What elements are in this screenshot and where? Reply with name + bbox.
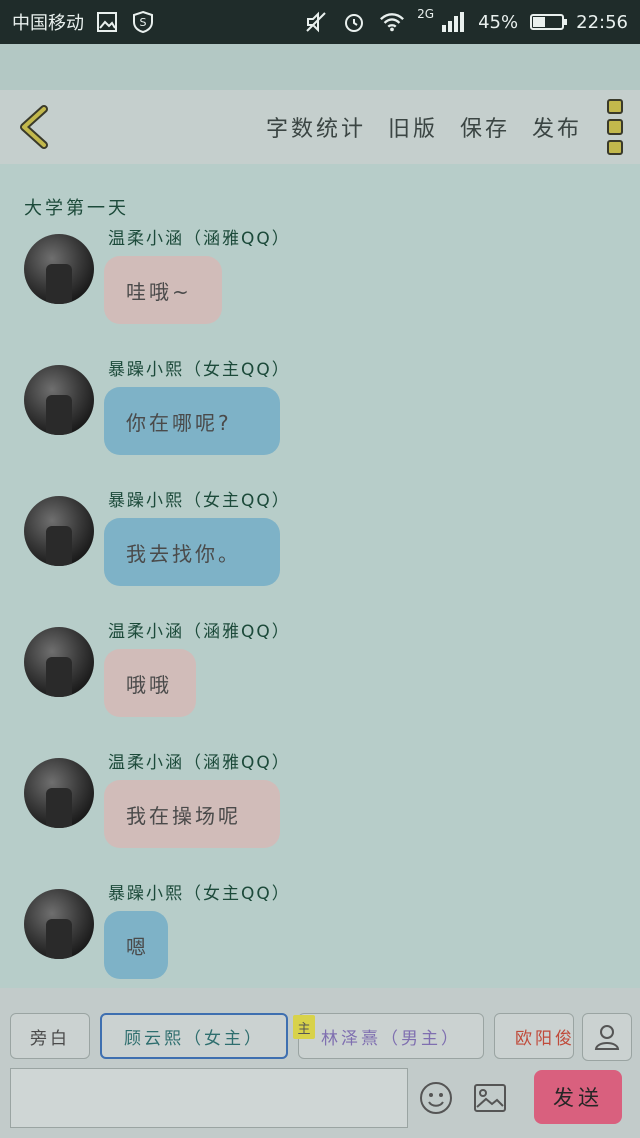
- publish-button[interactable]: 发布: [532, 111, 582, 143]
- message-item[interactable]: 温柔小涵（涵雅QQ） 哦哦: [0, 622, 640, 758]
- editor-toolbar: 字数统计 旧版 保存 发布: [0, 90, 640, 164]
- message-bubble[interactable]: 哦哦: [104, 649, 196, 717]
- main-role-tag: 主: [293, 1015, 315, 1039]
- shield-s-icon: S: [130, 9, 156, 35]
- input-row: 发送: [10, 1068, 630, 1128]
- sender-name: 暴躁小熙（女主QQ）: [108, 491, 291, 511]
- message-bubble[interactable]: 你在哪呢?: [104, 387, 280, 455]
- avatar: [24, 234, 94, 304]
- bottom-bar: 旁白 顾云熙（女主） 林泽熹（男主） 欧阳俊 主 发送: [0, 988, 640, 1138]
- emoji-button[interactable]: [418, 1080, 454, 1116]
- message-item[interactable]: 温柔小涵（涵雅QQ） 我在操场呢: [0, 753, 640, 889]
- save-button[interactable]: 保存: [460, 111, 510, 143]
- mute-icon: [303, 9, 329, 35]
- back-button[interactable]: [14, 99, 54, 155]
- picture-icon: [474, 1084, 506, 1112]
- message-item[interactable]: 暴躁小熙（女主QQ） 你在哪呢?: [0, 360, 640, 496]
- signal-icon: [440, 9, 466, 35]
- old-version-button[interactable]: 旧版: [388, 111, 438, 143]
- battery-percent: 45%: [478, 11, 519, 33]
- person-icon: [594, 1025, 620, 1050]
- message-bubble[interactable]: 嗯: [104, 911, 168, 979]
- avatar: [24, 365, 94, 435]
- svg-text:S: S: [140, 16, 147, 29]
- sender-name: 暴躁小熙（女主QQ）: [108, 360, 291, 380]
- message-input[interactable]: [10, 1068, 408, 1128]
- message-item[interactable]: 暴躁小熙（女主QQ） 我去找你。: [0, 491, 640, 627]
- avatar: [24, 627, 94, 697]
- role-hero-button[interactable]: 林泽熹（男主）: [298, 1013, 484, 1059]
- wifi-icon: [379, 9, 405, 35]
- avatar: [24, 758, 94, 828]
- image-icon: [94, 9, 120, 35]
- chat-area[interactable]: 大学第一天 温柔小涵（涵雅QQ） 哇哦~ 暴躁小熙（女主QQ） 你在哪呢? 暴躁…: [0, 164, 640, 988]
- role-heroine-button[interactable]: 顾云熙（女主）: [100, 1013, 288, 1059]
- chapter-title: 大学第一天: [24, 198, 129, 219]
- sender-name: 温柔小涵（涵雅QQ）: [108, 753, 291, 773]
- avatar: [24, 496, 94, 566]
- role-ouyang-button[interactable]: 欧阳俊: [494, 1013, 574, 1059]
- message-bubble[interactable]: 哇哦~: [104, 256, 222, 324]
- status-bar: 中国移动 S 2G 45% 22:56: [0, 0, 640, 44]
- sender-name: 暴躁小熙（女主QQ）: [108, 884, 291, 904]
- alarm-icon: [341, 9, 367, 35]
- carrier-label: 中国移动: [12, 13, 84, 34]
- battery-icon: [530, 14, 568, 30]
- clock: 22:56: [576, 11, 628, 33]
- more-button[interactable]: [600, 99, 630, 155]
- sender-name: 温柔小涵（涵雅QQ）: [108, 229, 291, 249]
- chevron-left-icon: [20, 105, 48, 149]
- avatar: [24, 889, 94, 959]
- image-button[interactable]: [472, 1080, 508, 1116]
- message-bubble[interactable]: 我去找你。: [104, 518, 280, 586]
- sender-name: 温柔小涵（涵雅QQ）: [108, 622, 291, 642]
- message-item[interactable]: 温柔小涵（涵雅QQ） 哇哦~: [0, 229, 640, 365]
- smiley-icon: [420, 1082, 452, 1114]
- add-character-button[interactable]: [582, 1013, 632, 1061]
- more-vertical-icon: [607, 99, 623, 115]
- word-count-button[interactable]: 字数统计: [266, 111, 366, 143]
- role-narrator-button[interactable]: 旁白: [10, 1013, 90, 1059]
- message-item[interactable]: 暴躁小熙（女主QQ） 嗯: [0, 884, 640, 988]
- network-type: 2G: [417, 7, 435, 21]
- header-spacer: [0, 44, 640, 90]
- send-button[interactable]: 发送: [534, 1070, 622, 1124]
- message-bubble[interactable]: 我在操场呢: [104, 780, 280, 848]
- role-selector: 旁白 顾云熙（女主） 林泽熹（男主） 欧阳俊: [10, 1013, 632, 1061]
